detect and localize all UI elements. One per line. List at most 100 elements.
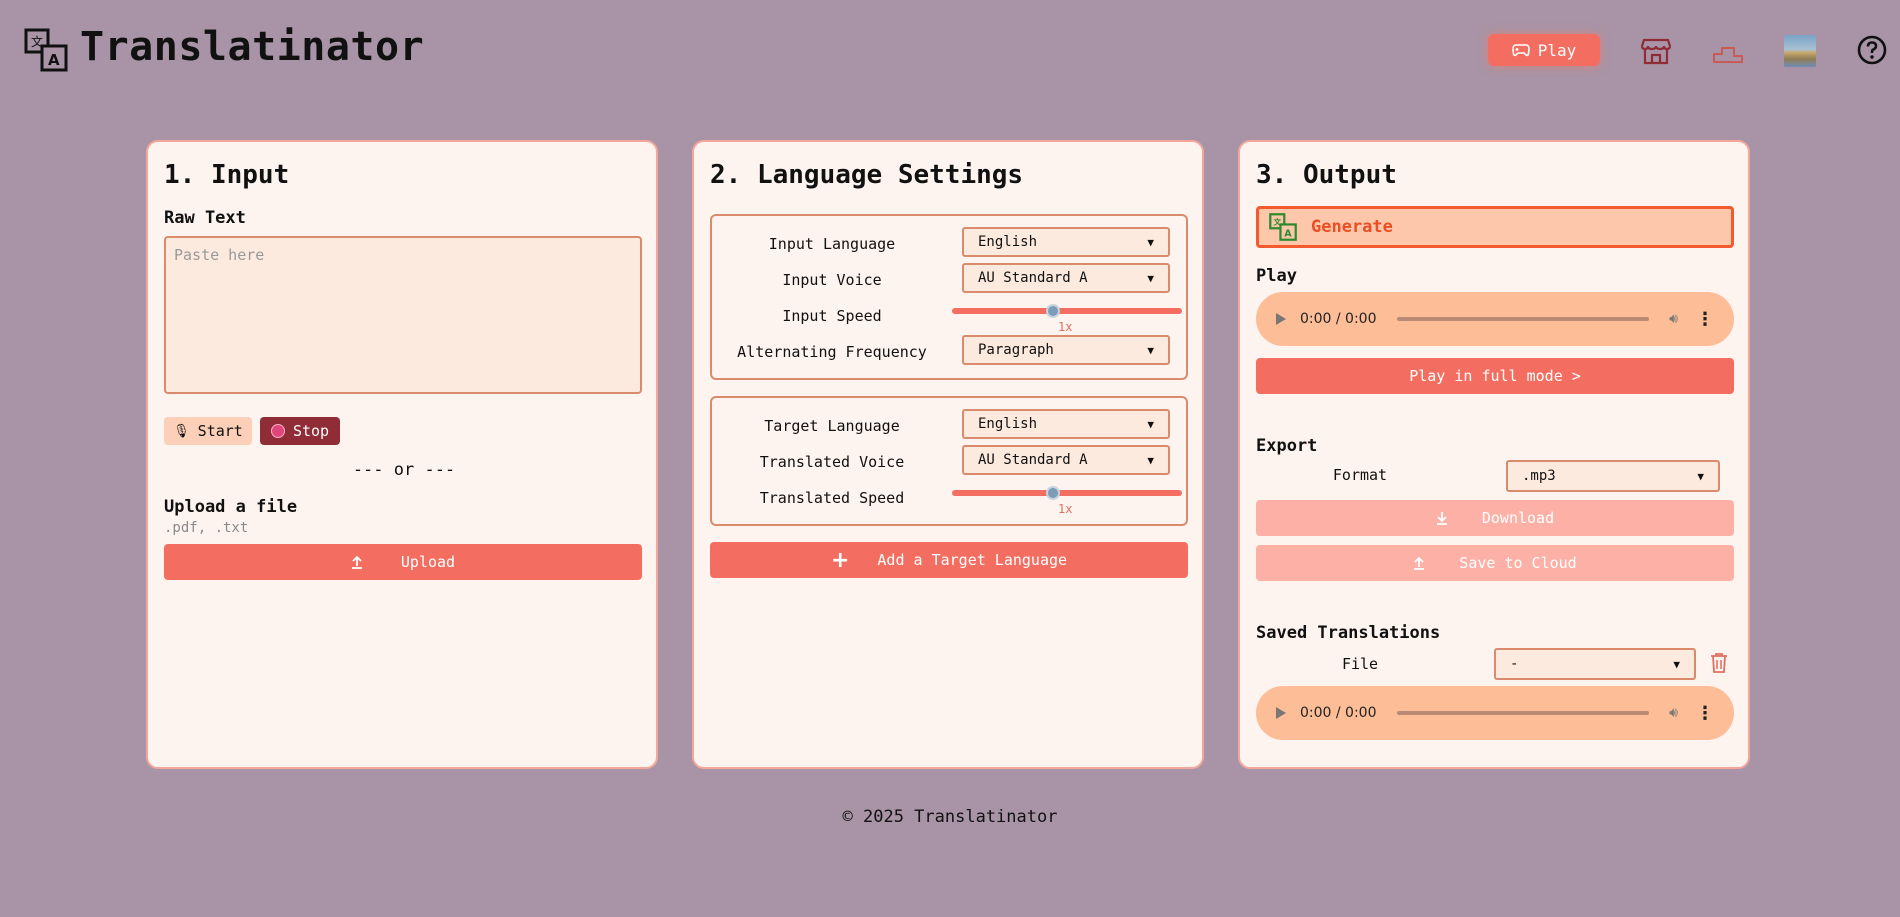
input-settings-group: Input Language English ▼ Input Voice AU … xyxy=(710,214,1188,380)
start-recording-button[interactable]: 🎙 Start xyxy=(164,417,252,445)
chevron-down-icon: ▼ xyxy=(1147,417,1154,431)
input-speed-track[interactable] xyxy=(952,308,1182,314)
svg-text:A: A xyxy=(48,51,60,69)
play-full-mode-button[interactable]: Play in full mode > xyxy=(1256,358,1734,394)
chevron-down-icon: ▼ xyxy=(1147,271,1154,285)
chevron-down-icon: ▼ xyxy=(1673,657,1680,671)
file-label: File xyxy=(1341,655,1379,673)
language-settings-panel: 2. Language Settings Input Language Engl… xyxy=(692,140,1204,769)
play-icon[interactable] xyxy=(1276,707,1286,719)
export-label: Export xyxy=(1256,436,1318,456)
upload-icon xyxy=(1414,556,1425,570)
input-voice-value: AU Standard A xyxy=(978,270,1088,286)
generate-label: Generate xyxy=(1311,217,1393,237)
download-label: Download xyxy=(1481,509,1555,527)
alternating-frequency-select[interactable]: Paragraph ▼ xyxy=(962,335,1170,365)
avatar[interactable] xyxy=(1784,35,1816,67)
add-target-language-label: Add a Target Language xyxy=(877,551,1068,569)
more-options-icon[interactable]: ⋮ xyxy=(1696,703,1714,724)
translated-voice-label: Translated Voice xyxy=(759,453,905,471)
stop-label: Stop xyxy=(292,422,330,440)
input-speed-slider-thumb[interactable] xyxy=(1046,304,1061,318)
saved-file-select[interactable]: - ▼ xyxy=(1494,648,1696,680)
footer-copyright: © 2025 Translatinator xyxy=(842,807,1058,827)
input-voice-label: Input Voice xyxy=(782,271,882,289)
output-panel: 3. Output 文 A Generate Play 0:00 / 0:00 … xyxy=(1238,140,1750,769)
save-to-cloud-button[interactable]: Save to Cloud xyxy=(1256,545,1734,581)
chevron-down-icon: ▼ xyxy=(1147,453,1154,467)
format-select[interactable]: .mp3 ▼ xyxy=(1506,460,1720,492)
audio-progress-bar[interactable] xyxy=(1396,317,1650,321)
play-section-label: Play xyxy=(1256,266,1297,286)
volume-icon[interactable]: 🔊︎ xyxy=(1669,705,1678,721)
chevron-down-icon: ▼ xyxy=(1697,469,1704,483)
saved-translations-label: Saved Translations xyxy=(1256,623,1441,643)
help-icon[interactable] xyxy=(1856,34,1888,66)
upload-label: Upload a file xyxy=(164,497,298,517)
input-panel: 1. Input Raw Text Paste here 🎙 Start Sto… xyxy=(146,140,658,769)
translate-icon: 文 A xyxy=(1269,213,1297,241)
saved-audio-player[interactable]: 0:00 / 0:00 🔊︎ ⋮ xyxy=(1256,686,1734,740)
or-divider: --- or --- xyxy=(352,460,456,480)
translated-voice-value: AU Standard A xyxy=(978,452,1088,468)
podium-icon[interactable] xyxy=(1712,34,1744,66)
app-title: Translatinator xyxy=(80,24,425,70)
alternating-frequency-value: Paragraph xyxy=(978,342,1054,358)
input-voice-select[interactable]: AU Standard A ▼ xyxy=(962,263,1170,293)
target-language-select[interactable]: English ▼ xyxy=(962,409,1170,439)
output-panel-title: 3. Output xyxy=(1256,160,1397,190)
start-label: Start xyxy=(197,422,243,440)
audio-player[interactable]: 0:00 / 0:00 🔊︎ ⋮ xyxy=(1256,292,1734,346)
input-panel-title: 1. Input xyxy=(164,160,290,190)
language-panel-title: 2. Language Settings xyxy=(710,160,1024,190)
add-target-language-button[interactable]: + Add a Target Language xyxy=(710,542,1188,578)
upload-button[interactable]: Upload xyxy=(164,544,642,580)
audio-time: 0:00 / 0:00 xyxy=(1300,311,1377,327)
translated-speed-value: 1x xyxy=(1058,502,1073,516)
svg-text:文: 文 xyxy=(31,34,43,49)
target-language-label: Target Language xyxy=(764,417,900,435)
format-label: Format xyxy=(1332,466,1388,484)
header: 文 A Translatinator Play xyxy=(0,0,1900,100)
translated-speed-slider-thumb[interactable] xyxy=(1046,486,1061,500)
plus-icon: + xyxy=(830,547,850,573)
store-icon[interactable] xyxy=(1640,34,1672,66)
stop-recording-button[interactable]: Stop xyxy=(260,417,340,445)
translate-icon[interactable]: 文 A xyxy=(24,28,68,72)
saved-file-value: - xyxy=(1510,656,1519,672)
saved-audio-time: 0:00 / 0:00 xyxy=(1300,705,1377,721)
volume-icon[interactable]: 🔊︎ xyxy=(1669,311,1678,327)
more-options-icon[interactable]: ⋮ xyxy=(1696,309,1714,330)
chevron-down-icon: ▼ xyxy=(1147,343,1154,357)
upload-button-label: Upload xyxy=(400,553,456,571)
input-language-value: English xyxy=(978,234,1038,250)
play-full-mode-label: Play in full mode > xyxy=(1409,367,1581,385)
download-button[interactable]: Download xyxy=(1256,500,1734,536)
upload-icon xyxy=(351,555,362,569)
record-dot-icon xyxy=(270,424,285,438)
play-icon[interactable] xyxy=(1276,313,1286,325)
svg-text:文: 文 xyxy=(1273,216,1281,226)
upload-hint: .pdf, .txt xyxy=(164,520,249,536)
alternating-frequency-label: Alternating Frequency xyxy=(737,343,927,361)
target-language-value: English xyxy=(978,416,1038,432)
saved-audio-progress-bar[interactable] xyxy=(1396,711,1650,715)
raw-text-input[interactable]: Paste here xyxy=(164,236,642,394)
translated-voice-select[interactable]: AU Standard A ▼ xyxy=(962,445,1170,475)
input-language-select[interactable]: English ▼ xyxy=(962,227,1170,257)
trash-icon[interactable] xyxy=(1710,652,1728,674)
translated-speed-label: Translated Speed xyxy=(759,489,905,507)
gamepad-icon xyxy=(1511,44,1530,57)
save-to-cloud-label: Save to Cloud xyxy=(1459,554,1577,572)
download-icon xyxy=(1436,512,1447,525)
play-game-button[interactable]: Play xyxy=(1488,34,1600,66)
target-settings-group: Target Language English ▼ Translated Voi… xyxy=(710,396,1188,526)
format-value: .mp3 xyxy=(1522,468,1556,484)
input-speed-label: Input Speed xyxy=(782,307,882,325)
input-language-label: Input Language xyxy=(768,235,896,253)
chevron-down-icon: ▼ xyxy=(1147,235,1154,249)
translated-speed-track[interactable] xyxy=(952,490,1182,496)
play-game-label: Play xyxy=(1537,40,1577,60)
raw-text-label: Raw Text xyxy=(164,208,246,228)
generate-button[interactable]: 文 A Generate xyxy=(1256,206,1734,248)
